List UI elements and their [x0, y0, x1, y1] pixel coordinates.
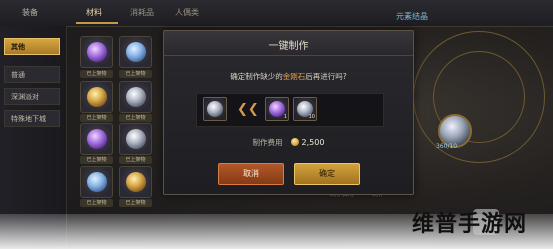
grid-item[interactable] — [119, 166, 152, 198]
blue-crystal-icon — [126, 42, 146, 62]
tab-consumables[interactable]: 消耗品 — [130, 7, 154, 18]
purple-crystal-icon — [269, 101, 285, 117]
gold-ring-icon — [87, 87, 107, 107]
grid-item-label: 已上架物 — [119, 199, 152, 207]
gold-bar-icon — [126, 172, 146, 192]
ingredient-quantity: 1 — [283, 114, 287, 120]
grid-item[interactable] — [80, 166, 113, 198]
confirm-button[interactable]: 确定 — [294, 163, 360, 185]
grid-item-label: 已上架物 — [119, 114, 152, 122]
ingredient-slot[interactable]: 10 — [293, 97, 317, 121]
arrow-left-icon: ❮❮ — [237, 102, 259, 117]
one-click-craft-dialog: 一键制作 确定制作缺少的金刚石后再进行吗? ❮❮ 1 10 制作费用 2,500 … — [163, 30, 414, 195]
top-tab-bar: 装备 材料 消耗品 人偶类 元素结晶 — [0, 0, 553, 27]
grid-item[interactable] — [119, 123, 152, 155]
grid-item[interactable] — [119, 81, 152, 113]
dialog-title: 一键制作 — [268, 41, 309, 52]
watermark: 维普手游网 — [412, 212, 528, 237]
grid-item-label: 已上架物 — [80, 70, 113, 78]
grid-item-label: 已上架物 — [80, 114, 113, 122]
tab-element-crystal[interactable]: 元素结晶 — [396, 11, 428, 22]
grid-item[interactable] — [80, 81, 113, 113]
purple-ore-icon — [87, 129, 107, 149]
crafting-tree-panel — [408, 26, 553, 216]
grid-item-label: 已上架物 — [80, 199, 113, 207]
sidebar-item-abyss-party[interactable]: 深渊派对 — [4, 88, 60, 105]
message-highlight: 金刚石 — [282, 72, 306, 81]
active-tab-underline — [76, 22, 118, 24]
craft-cost: 制作费用 2,500 — [164, 137, 413, 148]
ingredient-quantity: 10 — [308, 114, 315, 120]
grid-item[interactable] — [80, 36, 113, 68]
purple-gem-icon — [87, 42, 107, 62]
sidebar-item-normal[interactable]: 普通 — [4, 66, 60, 83]
grid-item-label: 已上架物 — [119, 156, 152, 164]
cost-label: 制作费用 — [252, 138, 283, 147]
grid-item-label: 已上架物 — [119, 70, 152, 78]
game-screen: 装备 材料 消耗品 人偶类 元素结晶 其他 普通 深渊派对 特殊地下城 已上架物… — [0, 0, 553, 249]
message-prefix: 确定制作缺少的 — [230, 72, 283, 81]
node-progress-text: 360/10 — [436, 143, 458, 150]
cancel-button[interactable]: 取消 — [218, 163, 284, 185]
metal-plate-icon — [126, 87, 146, 107]
blue-shard-icon — [87, 172, 107, 192]
tab-equipment[interactable]: 装备 — [22, 7, 38, 18]
silver-ore-icon — [126, 129, 146, 149]
grid-item[interactable] — [80, 123, 113, 155]
result-slot[interactable] — [203, 97, 227, 121]
cost-amount: 2,500 — [301, 138, 325, 147]
diamond-icon — [207, 101, 223, 117]
sidebar-item-other[interactable]: 其他 — [4, 38, 60, 55]
grid-item-label: 已上架物 — [80, 156, 113, 164]
dialog-message: 确定制作缺少的金刚石后再进行吗? — [164, 71, 413, 82]
sidebar-item-special-dungeon[interactable]: 特殊地下城 — [4, 110, 60, 127]
tab-materials[interactable]: 材料 — [86, 7, 102, 18]
dialog-header: 一键制作 — [164, 31, 413, 56]
tab-dolls[interactable]: 人偶类 — [175, 7, 199, 18]
grid-item[interactable] — [119, 36, 152, 68]
gold-coin-icon — [290, 138, 299, 146]
message-suffix: 后再进行吗? — [305, 72, 347, 81]
ingredient-slot[interactable]: 1 — [265, 97, 289, 121]
recipe-row: ❮❮ 1 10 — [196, 93, 384, 127]
